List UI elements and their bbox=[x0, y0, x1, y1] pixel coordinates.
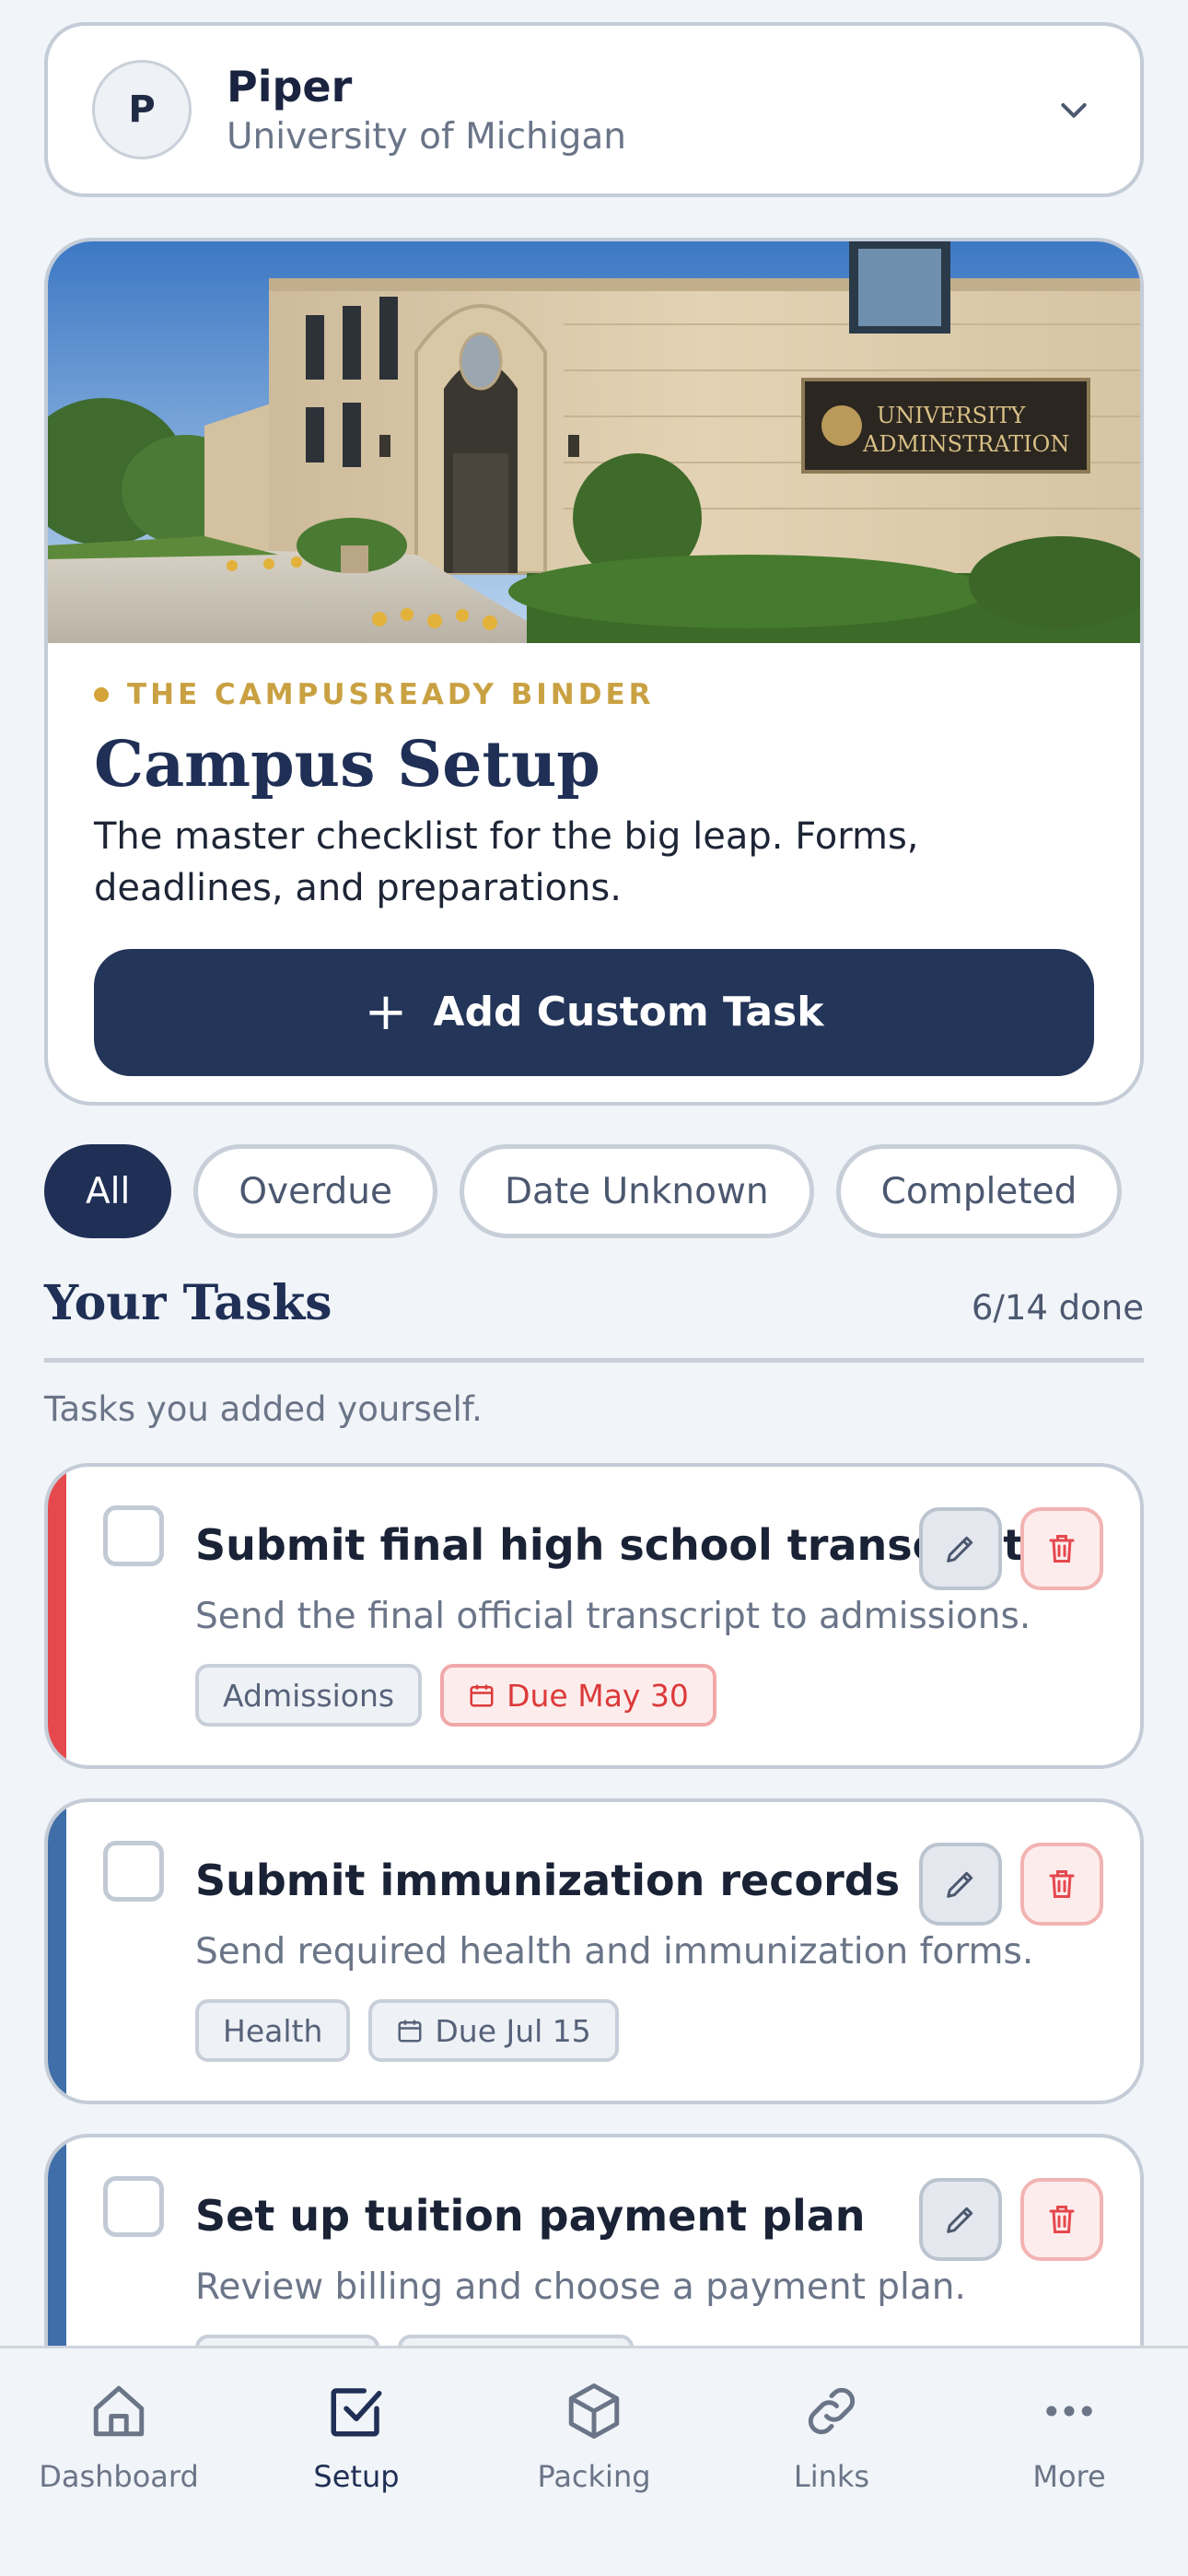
nav-item-links[interactable]: Links bbox=[713, 2376, 950, 2576]
task-due-tag: Due Jul 15 bbox=[368, 1999, 619, 2062]
more-icon bbox=[1039, 2376, 1100, 2446]
task-due-tag: Due May 30 bbox=[440, 1664, 716, 1727]
task-description: Send the final official transcript to ad… bbox=[195, 1596, 1031, 1637]
delete-task-button[interactable] bbox=[1020, 1507, 1103, 1590]
campus-setup-screen: P Piper University of Michigan UNIVERSIT… bbox=[0, 0, 1188, 2576]
edit-task-button[interactable] bbox=[919, 2178, 1002, 2261]
tasks-section-header: Your Tasks 6/14 done bbox=[44, 1275, 1144, 1331]
chevron-down-icon[interactable] bbox=[1052, 88, 1096, 132]
nav-label: Links bbox=[793, 2459, 870, 2494]
plus-icon: + bbox=[364, 981, 408, 1042]
binder-eyebrow: THE CAMPUSREADY BINDER bbox=[94, 678, 1094, 711]
task-tags: Health Due Jul 15 bbox=[195, 1999, 619, 2062]
task-accent-bar bbox=[48, 1802, 66, 2101]
profile-switcher[interactable]: P Piper University of Michigan bbox=[44, 22, 1144, 197]
task-checkbox[interactable] bbox=[103, 1841, 164, 1902]
calendar-icon bbox=[468, 1681, 495, 1709]
edit-task-button[interactable] bbox=[919, 1507, 1002, 1590]
filter-all[interactable]: All bbox=[44, 1144, 172, 1238]
eyebrow-dot bbox=[94, 687, 109, 702]
nav-label: Packing bbox=[537, 2459, 651, 2494]
task-title: Submit immunization records bbox=[195, 1856, 901, 1905]
task-card[interactable]: Submit immunization records Send require… bbox=[44, 1798, 1144, 2104]
sign-line-2: ADMINSTRATION bbox=[862, 431, 1069, 457]
nav-label: Setup bbox=[313, 2459, 400, 2494]
task-filters: All Overdue Date Unknown Completed bbox=[44, 1144, 1123, 1238]
calendar-icon bbox=[396, 2017, 424, 2044]
task-card[interactable]: Submit final high school transcript Send… bbox=[44, 1463, 1144, 1769]
task-due-label: Due May 30 bbox=[507, 1677, 689, 1714]
section-divider bbox=[44, 1358, 1144, 1363]
nav-item-more[interactable]: More bbox=[950, 2376, 1188, 2576]
task-checkbox[interactable] bbox=[103, 1505, 164, 1566]
task-category-tag: Health bbox=[195, 1999, 351, 2062]
eyebrow-label: THE CAMPUSREADY BINDER bbox=[127, 678, 655, 711]
filter-date-unknown[interactable]: Date Unknown bbox=[459, 1144, 814, 1238]
filter-completed[interactable]: Completed bbox=[835, 1144, 1123, 1238]
nav-label: Dashboard bbox=[39, 2459, 199, 2494]
sign-line-1: UNIVERSITY bbox=[877, 403, 1027, 428]
profile-name: Piper bbox=[227, 61, 353, 111]
delete-task-button[interactable] bbox=[1020, 2178, 1103, 2261]
nav-item-setup[interactable]: Setup bbox=[238, 2376, 475, 2576]
profile-school: University of Michigan bbox=[227, 116, 626, 158]
campus-building-image: UNIVERSITY ADMINSTRATION bbox=[48, 241, 1140, 643]
filter-overdue[interactable]: Overdue bbox=[193, 1144, 437, 1238]
add-custom-task-label: Add Custom Task bbox=[433, 989, 824, 1036]
task-due-label: Due Jul 15 bbox=[435, 2012, 591, 2049]
task-tags: Admissions Due May 30 bbox=[195, 1664, 716, 1727]
pencil-icon bbox=[947, 1536, 973, 1563]
avatar: P bbox=[92, 60, 192, 159]
edit-task-button[interactable] bbox=[919, 1843, 1002, 1926]
page-description: The master checklist for the big leap. F… bbox=[94, 814, 919, 909]
pencil-icon bbox=[947, 2207, 973, 2233]
link-icon bbox=[801, 2376, 862, 2446]
trash-icon bbox=[1049, 1870, 1075, 1898]
nav-item-dashboard[interactable]: Dashboard bbox=[0, 2376, 238, 2576]
delete-task-button[interactable] bbox=[1020, 1843, 1103, 1926]
pencil-icon bbox=[947, 1871, 973, 1898]
tasks-section-title: Your Tasks bbox=[44, 1275, 332, 1331]
checkbox-icon bbox=[326, 2376, 387, 2446]
trash-icon bbox=[1049, 2206, 1075, 2233]
page-title: Campus Setup bbox=[94, 728, 600, 802]
task-description: Send required health and immunization fo… bbox=[195, 1931, 1034, 1973]
trash-icon bbox=[1049, 1535, 1075, 1563]
bottom-nav: Dashboard Setup Packing Links More bbox=[0, 2346, 1188, 2576]
task-category-tag: Admissions bbox=[195, 1664, 423, 1727]
box-icon bbox=[564, 2376, 624, 2446]
tasks-section-subtitle: Tasks you added yourself. bbox=[44, 1389, 483, 1429]
profile-info: Piper University of Michigan bbox=[227, 62, 1052, 158]
home-icon bbox=[88, 2376, 149, 2446]
task-description: Review billing and choose a payment plan… bbox=[195, 2266, 966, 2308]
tasks-progress: 6/14 done bbox=[971, 1288, 1144, 1328]
task-accent-bar bbox=[48, 1467, 66, 1765]
nav-label: More bbox=[1032, 2459, 1106, 2494]
nav-item-packing[interactable]: Packing bbox=[475, 2376, 713, 2576]
task-title: Submit final high school transcript bbox=[195, 1520, 1024, 1570]
add-custom-task-button[interactable]: + Add Custom Task bbox=[94, 948, 1094, 1076]
binder-hero-card: UNIVERSITY ADMINSTRATION THE CAMPUSREADY… bbox=[44, 238, 1144, 1106]
task-checkbox[interactable] bbox=[103, 2176, 164, 2237]
task-title: Set up tuition payment plan bbox=[195, 2191, 866, 2241]
